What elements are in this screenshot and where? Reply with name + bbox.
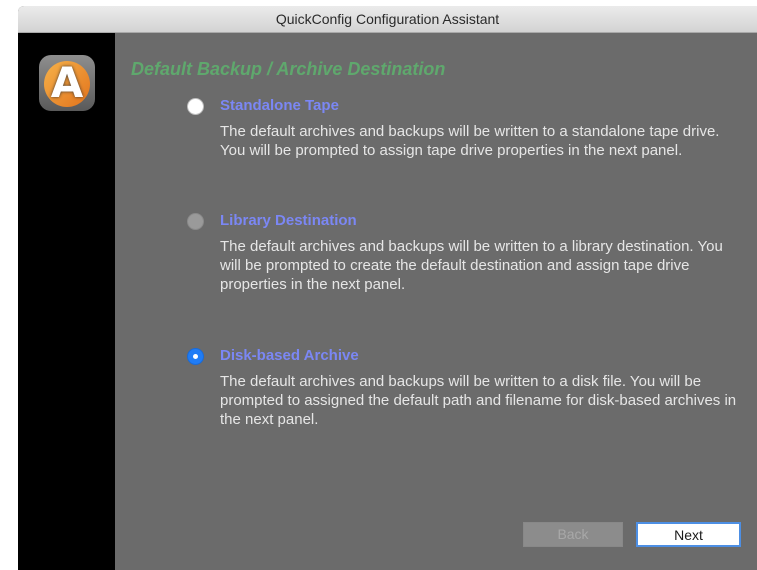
option-label-disk-based-archive[interactable]: Disk-based Archive: [220, 347, 359, 364]
back-button: Back: [523, 522, 623, 547]
logo-letter: A: [50, 58, 84, 107]
radio-standalone-tape[interactable]: [187, 98, 204, 115]
radio-library-destination: [187, 213, 204, 230]
assistant-window: QuickConfig Configuration Assistant A De…: [18, 6, 757, 570]
option-description-disk-based-archive: The default archives and backups will be…: [220, 373, 737, 428]
option-label-library-destination: Library Destination: [220, 212, 357, 229]
option-label-standalone-tape[interactable]: Standalone Tape: [220, 97, 339, 114]
app-logo-icon: A: [39, 55, 95, 111]
radio-disk-based-archive[interactable]: [187, 348, 204, 365]
option-description-library-destination: The default archives and backups will be…: [220, 238, 723, 293]
page-title: Default Backup / Archive Destination: [131, 59, 446, 79]
option-description-standalone-tape: The default archives and backups will be…: [220, 123, 720, 159]
next-button[interactable]: Next: [636, 522, 741, 547]
sidebar: A: [18, 33, 115, 570]
window-title: QuickConfig Configuration Assistant: [18, 6, 757, 33]
